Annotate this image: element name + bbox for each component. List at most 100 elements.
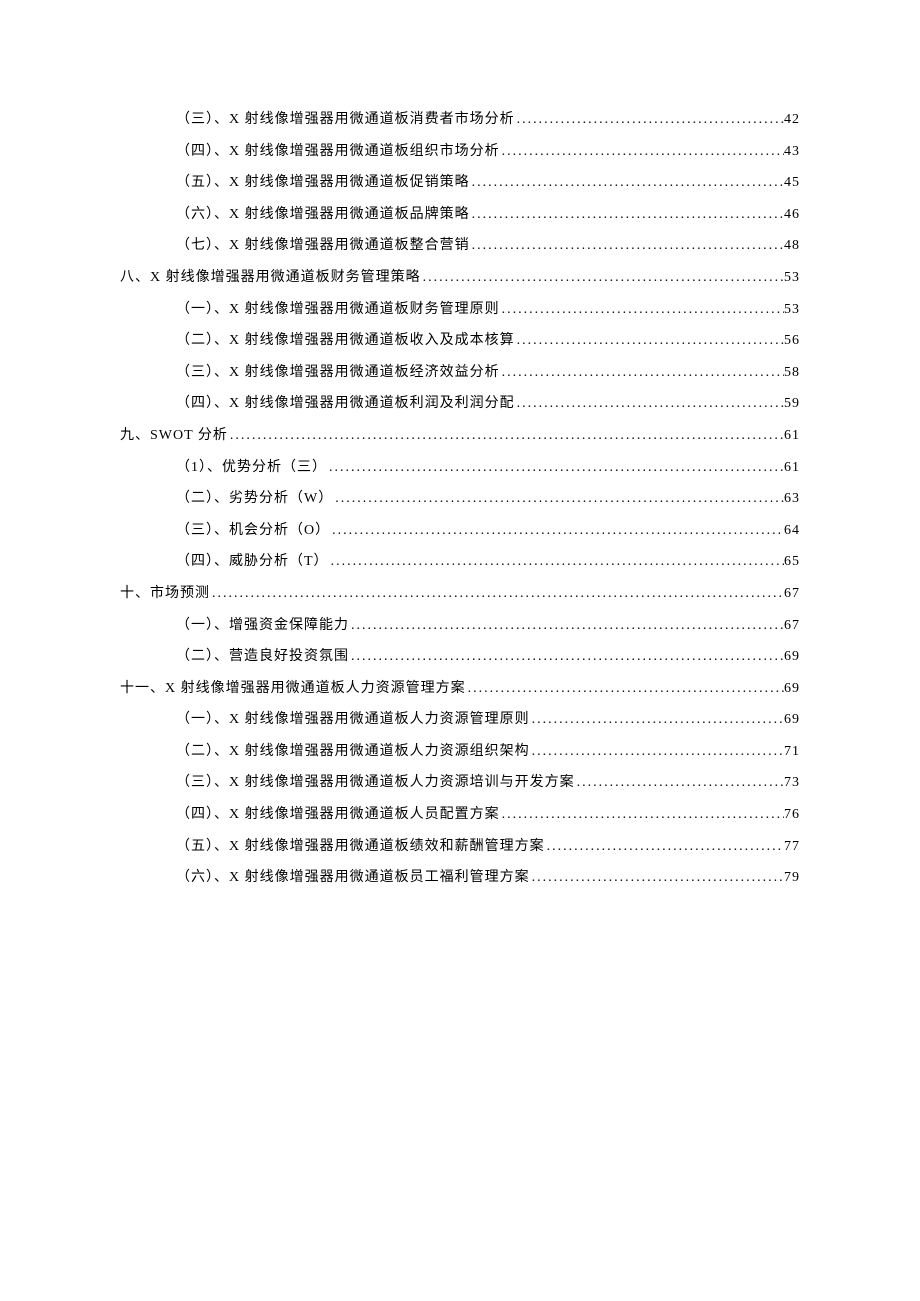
toc-entry-title: （二）、X 射线像增强器用微通道板人力资源组织架构 <box>176 742 530 762</box>
toc-leader-dots <box>333 489 784 509</box>
toc-entry: （1）、优势分析（三） 61 <box>120 458 800 478</box>
toc-entry-title: （四）、X 射线像增强器用微通道板人员配置方案 <box>176 805 500 825</box>
toc-entry-title: （一）、增强资金保障能力 <box>176 616 349 636</box>
toc-entry-page: 59 <box>784 394 800 414</box>
toc-leader-dots <box>575 773 784 793</box>
toc-entry-title: （二）、劣势分析（W） <box>176 489 333 509</box>
toc-entry: （四）、X 射线像增强器用微通道板利润及利润分配 59 <box>120 394 800 414</box>
toc-entry-page: 67 <box>784 584 800 604</box>
toc-entry-page: 53 <box>784 300 800 320</box>
toc-entry: （二）、X 射线像增强器用微通道板收入及成本核算 56 <box>120 331 800 351</box>
toc-entry-title: （三）、X 射线像增强器用微通道板人力资源培训与开发方案 <box>176 773 575 793</box>
toc-entry-page: 69 <box>784 679 800 699</box>
toc-entry: （三）、X 射线像增强器用微通道板人力资源培训与开发方案 73 <box>120 773 800 793</box>
toc-entry: （七）、X 射线像增强器用微通道板整合营销 48 <box>120 236 800 256</box>
toc-leader-dots <box>470 236 784 256</box>
toc-entry: （二）、营造良好投资氛围 69 <box>120 647 800 667</box>
toc-entry-title: （三）、X 射线像增强器用微通道板经济效益分析 <box>176 363 500 383</box>
toc-leader-dots <box>210 584 784 604</box>
toc-entry-title: （六）、X 射线像增强器用微通道板品牌策略 <box>176 205 470 225</box>
toc-entry-title: （六）、X 射线像增强器用微通道板员工福利管理方案 <box>176 868 530 888</box>
toc-entry-page: 46 <box>784 205 800 225</box>
toc-entry: （四）、X 射线像增强器用微通道板组织市场分析 43 <box>120 142 800 162</box>
toc-leader-dots <box>500 363 784 383</box>
toc-entry-page: 43 <box>784 142 800 162</box>
toc-entry-title: （四）、X 射线像增强器用微通道板组织市场分析 <box>176 142 500 162</box>
toc-entry-title: （五）、X 射线像增强器用微通道板绩效和薪酬管理方案 <box>176 837 545 857</box>
toc-page: （三）、X 射线像增强器用微通道板消费者市场分析 42 （四）、X 射线像增强器用微… <box>0 0 920 888</box>
toc-entry: （二）、X 射线像增强器用微通道板人力资源组织架构 71 <box>120 742 800 762</box>
toc-entry-page: 63 <box>784 489 800 509</box>
toc-entry-title: 八、X 射线像增强器用微通道板财务管理策略 <box>120 268 421 288</box>
toc-leader-dots <box>500 300 784 320</box>
toc-leader-dots <box>500 805 784 825</box>
toc-leader-dots <box>470 205 784 225</box>
toc-entry-page: 73 <box>784 773 800 793</box>
toc-entry-page: 64 <box>784 521 800 541</box>
toc-entry-page: 77 <box>784 837 800 857</box>
toc-entry-title: （四）、威胁分析（T） <box>176 552 329 572</box>
toc-entry-page: 58 <box>784 363 800 383</box>
toc-entry-page: 48 <box>784 236 800 256</box>
toc-entry-page: 61 <box>784 458 800 478</box>
toc-entry: （四）、X 射线像增强器用微通道板人员配置方案 76 <box>120 805 800 825</box>
toc-leader-dots <box>330 521 784 541</box>
toc-entry: （一）、X 射线像增强器用微通道板人力资源管理原则 69 <box>120 710 800 730</box>
toc-entry-page: 42 <box>784 110 800 130</box>
toc-leader-dots <box>327 458 784 478</box>
toc-entry: （三）、机会分析（O） 64 <box>120 521 800 541</box>
toc-leader-dots <box>530 868 784 888</box>
toc-leader-dots <box>530 710 784 730</box>
toc-leader-dots <box>421 268 784 288</box>
toc-entry-title: 九、SWOT 分析 <box>120 426 228 446</box>
toc-entry: 十一、X 射线像增强器用微通道板人力资源管理方案 69 <box>120 679 800 699</box>
toc-leader-dots <box>349 647 784 667</box>
toc-entry: （六）、X 射线像增强器用微通道板员工福利管理方案 79 <box>120 868 800 888</box>
toc-leader-dots <box>500 142 784 162</box>
toc-entry-title: （二）、营造良好投资氛围 <box>176 647 349 667</box>
toc-entry: 八、X 射线像增强器用微通道板财务管理策略 53 <box>120 268 800 288</box>
toc-entry-page: 79 <box>784 868 800 888</box>
toc-entry: （一）、X 射线像增强器用微通道板财务管理原则 53 <box>120 300 800 320</box>
toc-leader-dots <box>545 837 784 857</box>
toc-leader-dots <box>515 331 784 351</box>
toc-entry-page: 67 <box>784 616 800 636</box>
toc-leader-dots <box>515 110 784 130</box>
toc-entry-page: 56 <box>784 331 800 351</box>
toc-entry-page: 69 <box>784 710 800 730</box>
toc-entry-title: （一）、X 射线像增强器用微通道板财务管理原则 <box>176 300 500 320</box>
toc-entry-title: （二）、X 射线像增强器用微通道板收入及成本核算 <box>176 331 515 351</box>
toc-entry-title: （七）、X 射线像增强器用微通道板整合营销 <box>176 236 470 256</box>
toc-entry-page: 69 <box>784 647 800 667</box>
toc-entry: （三）、X 射线像增强器用微通道板经济效益分析 58 <box>120 363 800 383</box>
toc-entry-title: 十一、X 射线像增强器用微通道板人力资源管理方案 <box>120 679 466 699</box>
toc-entry-title: 十、市场预测 <box>120 584 210 604</box>
toc-entry: （五）、X 射线像增强器用微通道板促销策略45 <box>120 173 800 193</box>
toc-entry: 十、市场预测 67 <box>120 584 800 604</box>
toc-entry: （一）、增强资金保障能力 67 <box>120 616 800 636</box>
toc-entry: （三）、X 射线像增强器用微通道板消费者市场分析 42 <box>120 110 800 130</box>
toc-leader-dots <box>466 679 784 699</box>
toc-entry: （四）、威胁分析（T） 65 <box>120 552 800 572</box>
toc-leader-dots <box>329 552 784 572</box>
toc-leader-dots <box>228 426 784 446</box>
toc-leader-dots <box>470 173 784 193</box>
toc-entry-title: （四）、X 射线像增强器用微通道板利润及利润分配 <box>176 394 515 414</box>
toc-entry-page: 76 <box>784 805 800 825</box>
toc-entry: （二）、劣势分析（W） 63 <box>120 489 800 509</box>
toc-entry-page: 45 <box>784 173 800 193</box>
toc-entry-title: （三）、X 射线像增强器用微通道板消费者市场分析 <box>176 110 515 130</box>
toc-entry-page: 71 <box>784 742 800 762</box>
toc-entry: （五）、X 射线像增强器用微通道板绩效和薪酬管理方案 77 <box>120 837 800 857</box>
toc-leader-dots <box>349 616 784 636</box>
toc-leader-dots <box>515 394 784 414</box>
toc-entry-title: （一）、X 射线像增强器用微通道板人力资源管理原则 <box>176 710 530 730</box>
toc-entry: 九、SWOT 分析 61 <box>120 426 800 446</box>
toc-leader-dots <box>530 742 784 762</box>
toc-entry-title: （1）、优势分析（三） <box>176 458 327 478</box>
toc-entry-page: 53 <box>784 268 800 288</box>
toc-list: （三）、X 射线像增强器用微通道板消费者市场分析 42 （四）、X 射线像增强器用微… <box>120 110 800 888</box>
toc-entry-page: 65 <box>784 552 800 572</box>
toc-entry-title: （三）、机会分析（O） <box>176 521 330 541</box>
toc-entry-page: 61 <box>784 426 800 446</box>
